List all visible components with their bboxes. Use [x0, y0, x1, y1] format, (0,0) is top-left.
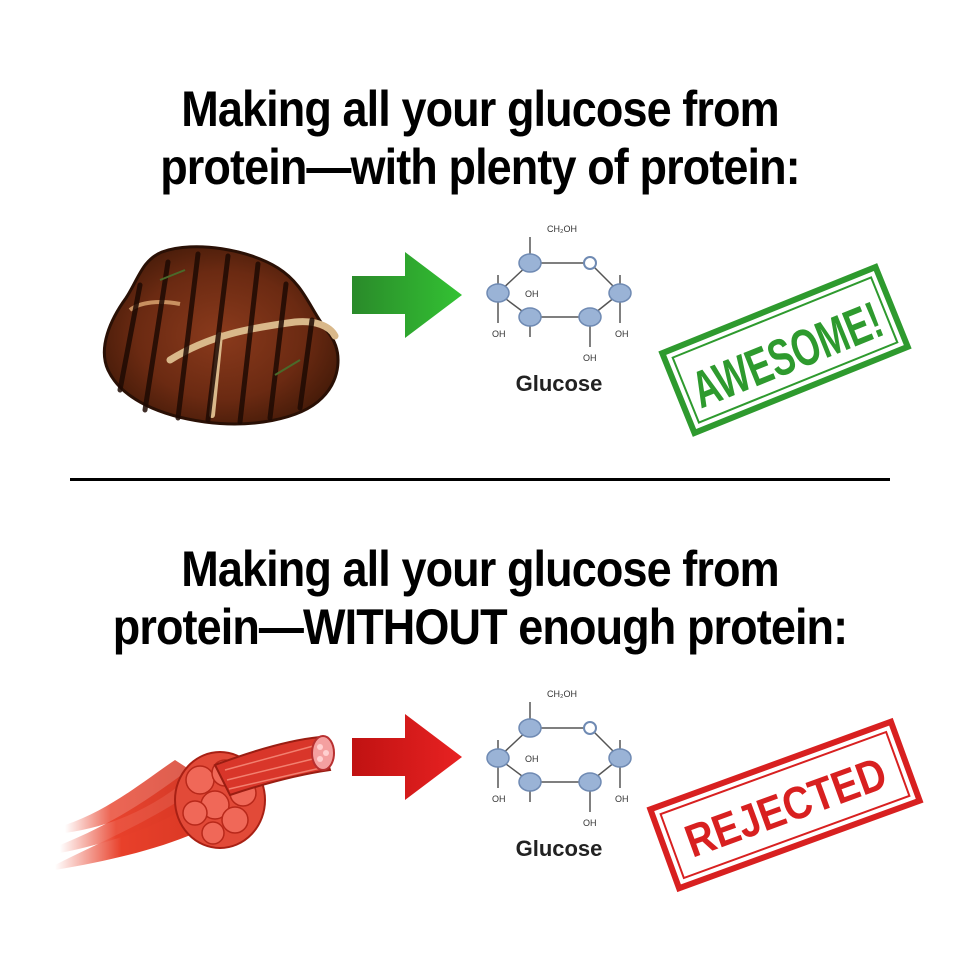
- bottom-headline-line2: protein—WITHOUT enough protein:: [112, 599, 848, 655]
- top-headline: Making all your glucose from protein—wit…: [48, 80, 912, 196]
- glucose-label: Glucose: [516, 371, 603, 396]
- glucose-molecule: CH₂OH OH OH OH OH Glucose: [486, 689, 632, 861]
- bottom-headline-line1: Making all your glucose from: [181, 541, 779, 597]
- glucose-label: Glucose: [516, 836, 603, 861]
- top-headline-line2: protein—with plenty of protein:: [160, 139, 800, 195]
- oh-label: OH: [525, 754, 539, 764]
- bottom-headline: Making all your glucose from protein—WIT…: [48, 540, 912, 656]
- oh-label: OH: [615, 794, 629, 804]
- ch2oh-label: CH₂OH: [547, 689, 577, 699]
- arrow-right-icon: [352, 714, 462, 800]
- awesome-stamp: AWESOME!: [658, 263, 912, 437]
- section-divider: [70, 478, 890, 481]
- oh-label: OH: [615, 329, 629, 339]
- steak-icon: [102, 245, 340, 426]
- top-headline-line1: Making all your glucose from: [181, 81, 779, 137]
- ch2oh-label: CH₂OH: [547, 224, 577, 234]
- rejected-stamp: REJECTED: [646, 717, 924, 893]
- oh-label: OH: [492, 794, 506, 804]
- arrow-right-icon: [352, 252, 462, 338]
- oh-label: OH: [583, 353, 597, 363]
- muscle-fiber-icon: [55, 735, 335, 870]
- oh-label: OH: [525, 289, 539, 299]
- oh-label: OH: [492, 329, 506, 339]
- oh-label: OH: [583, 818, 597, 828]
- glucose-molecule: CH₂OH OH OH OH OH Glucose: [486, 224, 632, 396]
